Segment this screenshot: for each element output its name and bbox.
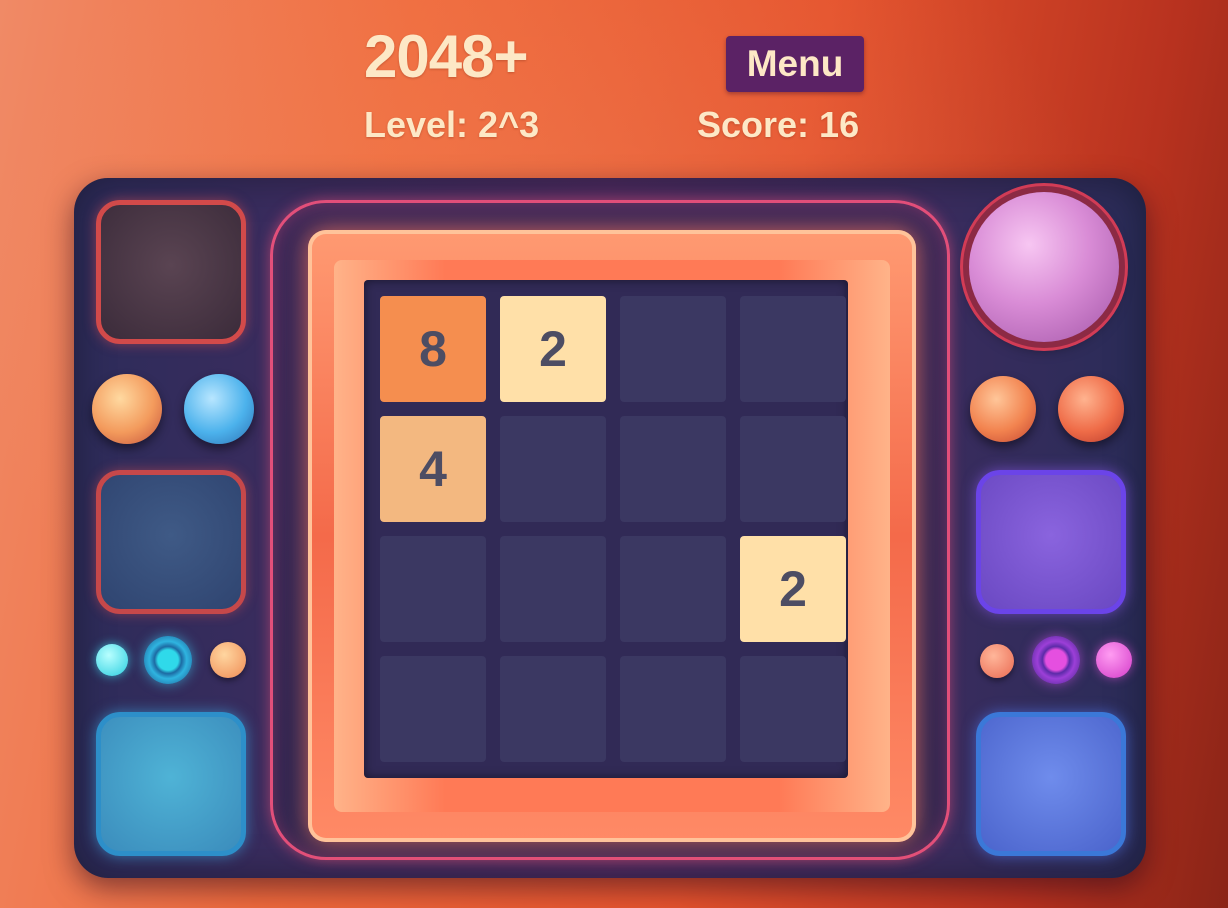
empty-cell: [620, 656, 726, 762]
orange-knob-right-1: [970, 376, 1036, 442]
speaker-pad-mid-left: [96, 470, 246, 614]
empty-cell: [620, 296, 726, 402]
menu-button[interactable]: Menu: [726, 36, 864, 92]
empty-cell: [380, 656, 486, 762]
empty-cell: [380, 536, 486, 642]
pink-dome-button: [969, 192, 1119, 342]
score-display: Score: 16: [697, 104, 860, 145]
speaker-pad-bottom-right: [976, 712, 1126, 856]
tile-4: 4: [380, 416, 486, 522]
empty-cell: [740, 656, 846, 762]
empty-cell: [500, 656, 606, 762]
empty-cell: [740, 296, 846, 402]
game-board[interactable]: 8242: [364, 280, 848, 778]
cyan-ring-light-left: [144, 636, 192, 684]
game-title: 2048+: [364, 23, 529, 90]
empty-cell: [740, 416, 846, 522]
speaker-pad-bottom-left: [96, 712, 246, 856]
orange-knob-left: [92, 374, 162, 444]
empty-cell: [500, 536, 606, 642]
blue-knob-left: [184, 374, 254, 444]
cyan-light-left: [96, 644, 128, 676]
empty-cell: [620, 416, 726, 522]
pink-light-right: [1096, 642, 1132, 678]
tile-2: 2: [740, 536, 846, 642]
tile-8: 8: [380, 296, 486, 402]
arcade-console: 8242: [74, 178, 1146, 878]
speaker-pad-mid-right: [976, 470, 1126, 614]
magenta-ring-light-right: [1032, 636, 1080, 684]
coral-light-right: [980, 644, 1014, 678]
orange-knob-right-2: [1058, 376, 1124, 442]
speaker-pad-top-left: [96, 200, 246, 344]
tile-2: 2: [500, 296, 606, 402]
level-indicator: Level: 2^3: [364, 104, 540, 145]
empty-cell: [620, 536, 726, 642]
orange-light-left: [210, 642, 246, 678]
empty-cell: [500, 416, 606, 522]
